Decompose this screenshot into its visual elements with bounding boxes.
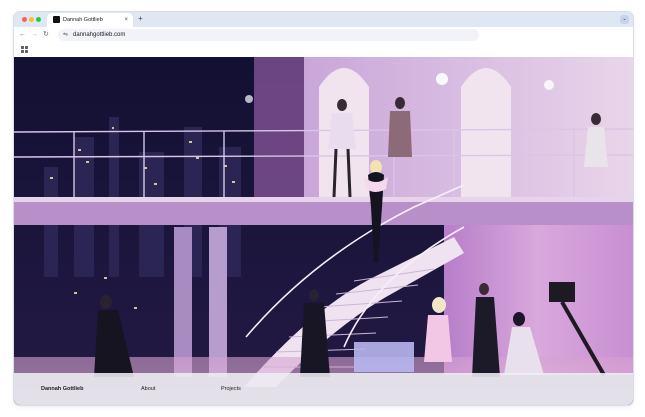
favicon-icon: [53, 16, 60, 23]
tab-active[interactable]: Dannah Gottlieb ×: [47, 13, 133, 27]
tab-close-icon[interactable]: ×: [124, 15, 128, 25]
hero-image: [14, 57, 633, 405]
url-text[interactable]: dannahgottlieb.com: [73, 29, 125, 41]
tab-search-icon[interactable]: ⌄: [620, 15, 629, 24]
reload-button[interactable]: ↻: [43, 29, 49, 41]
toolbar: ← → ↻ ⇋ dannahgottlieb.com: [14, 27, 633, 43]
tab-strip: Dannah Gottlieb × + ⌄: [14, 12, 633, 27]
address-bar[interactable]: ⇋ dannahgottlieb.com: [58, 29, 479, 41]
brand-link[interactable]: Dannah Gottlieb: [41, 385, 83, 393]
forward-button[interactable]: →: [31, 29, 38, 41]
website-page: Dannah Gottlieb About Projects: [14, 57, 633, 405]
browser-window: Dannah Gottlieb × + ⌄ ← → ↻ ⇋ dannahgott…: [14, 12, 633, 405]
bookmarks-bar: [14, 43, 633, 56]
apps-grid-icon[interactable]: [21, 46, 28, 53]
site-settings-icon[interactable]: ⇋: [63, 29, 68, 41]
close-window-icon[interactable]: [22, 17, 27, 22]
nav-link-about[interactable]: About: [141, 385, 155, 393]
site-navigation: Dannah Gottlieb About Projects: [14, 373, 633, 405]
maximize-window-icon[interactable]: [36, 17, 41, 22]
tab-title: Dannah Gottlieb: [63, 17, 103, 23]
nav-link-projects[interactable]: Projects: [221, 385, 241, 393]
minimize-window-icon[interactable]: [29, 17, 34, 22]
new-tab-button[interactable]: +: [138, 13, 143, 25]
back-button[interactable]: ←: [19, 29, 26, 41]
